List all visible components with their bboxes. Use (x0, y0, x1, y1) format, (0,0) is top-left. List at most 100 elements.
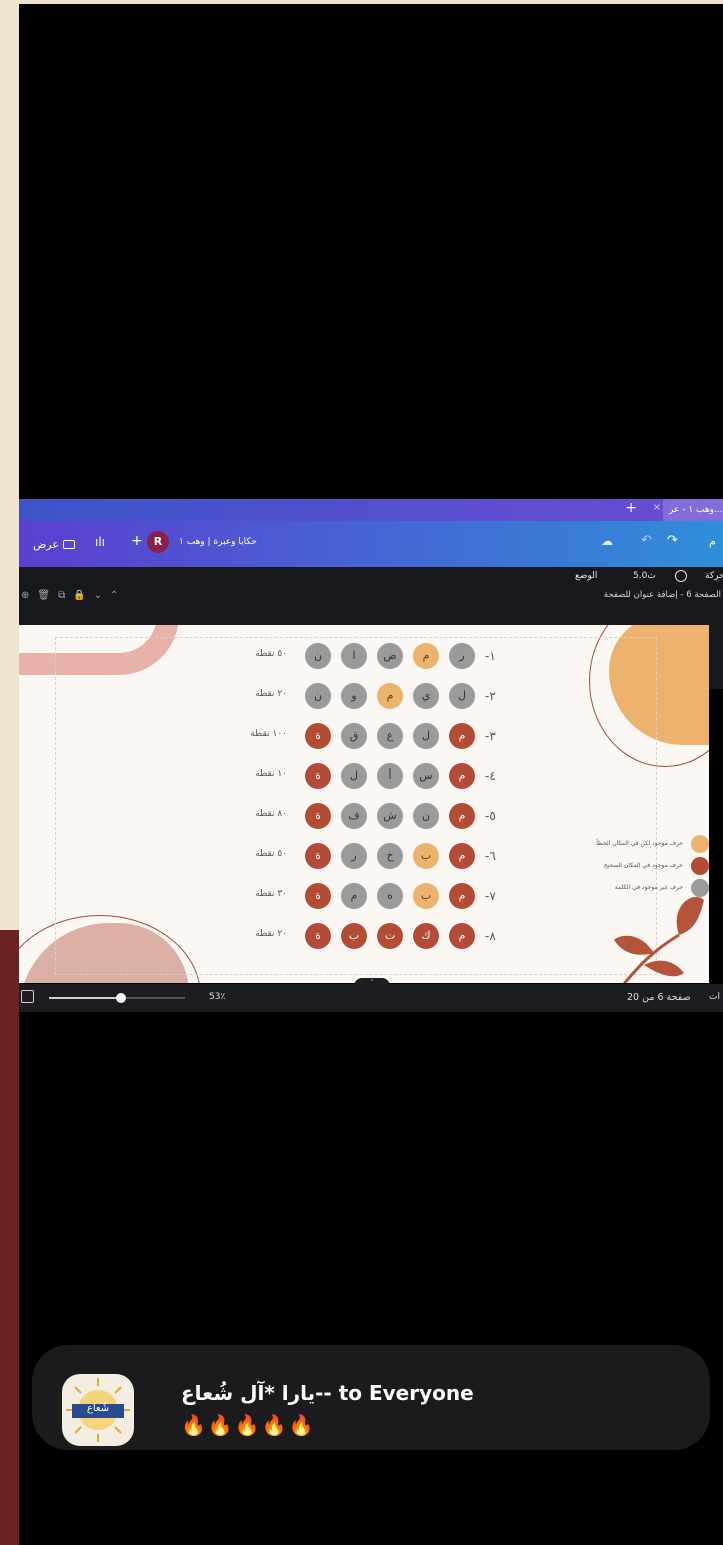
toolbar-menu-item[interactable]: م (709, 535, 716, 548)
duration-value[interactable]: 5.0ث (633, 571, 656, 581)
row-points: ٢٠ نقطة (255, 929, 287, 939)
letter-cell: ن (305, 643, 331, 669)
letter-cell: خ (377, 843, 403, 869)
row-points: ٨٠ نقطة (255, 809, 287, 819)
notification-title: يارا *آل شُعاع-- to Everyone (181, 1381, 474, 1405)
position-button[interactable]: الوضع (575, 571, 597, 581)
letter-cell: م (449, 843, 475, 869)
app-icon-text: شُعاع (86, 1403, 110, 1414)
grid-row: ٥٠ نقطة م ب خ ر ة -٦ (229, 843, 519, 869)
letter-cell: ا (341, 643, 367, 669)
row-number: -٤ (485, 769, 496, 783)
present-button[interactable]: عرض (33, 535, 75, 553)
cloud-saved-icon: ☁ (601, 534, 613, 548)
letter-cell: ة (305, 803, 331, 829)
element-subbar: الوضع 5.0ث حركة (19, 567, 723, 588)
row-number: -٨ (485, 929, 496, 943)
row-number: -٥ (485, 809, 496, 823)
clock-icon[interactable] (675, 570, 687, 582)
leaf-decoration (614, 896, 704, 983)
zoom-level[interactable]: 53٪ (209, 992, 225, 1002)
letter-cell: ل (449, 683, 475, 709)
zoom-slider[interactable] (49, 993, 185, 1003)
letter-cell: م (449, 723, 475, 749)
page-indicator[interactable]: صفحة 6 من 20 (627, 992, 691, 1003)
row-number: -١ (485, 649, 496, 663)
row-points: ١٠٠ نقطة (250, 729, 287, 739)
letter-cell: ب (413, 883, 439, 909)
letter-cell: ش (377, 803, 403, 829)
left-edge-strip (0, 0, 19, 1545)
letter-cell: ة (305, 723, 331, 749)
page-title[interactable]: الصفحة 6 - إضافة عنوان للصفحة (604, 590, 721, 600)
letter-cell: ف (341, 803, 367, 829)
row-points: ٥٠ نقطة (255, 849, 287, 859)
browser-tab[interactable]: وهب ١ - عر... (663, 499, 723, 521)
page-tools-icons[interactable]: ⊕🗑⧉🔒⌄⌃ (21, 590, 126, 601)
legend-item: حرف موجود لكن في المكان الخطأ (549, 835, 709, 857)
zoom-slider-fill (49, 997, 122, 999)
letter-cell: م (341, 883, 367, 909)
insights-chart-icon[interactable]: ılı (95, 535, 105, 549)
document-title[interactable]: حكايا وعبرة | وهب ١ (179, 537, 257, 547)
row-points: ٣٠ نقطة (255, 889, 287, 899)
legend-dot (691, 857, 709, 875)
add-collaborator-button[interactable]: + (131, 533, 143, 549)
letter-cell: ة (305, 763, 331, 789)
notification-body: 🔥🔥🔥🔥🔥 (181, 1413, 316, 1437)
slide-canvas[interactable]: ٥٠ نقطة ر م ض ا ن -١ ٢٠ نقطة ل ي م و ن -٢ ١٠٠ نقطة م ل ع ق… (19, 625, 709, 983)
letter-cell: م (413, 643, 439, 669)
letter-cell: ة (305, 883, 331, 909)
row-points: ١٠ نقطة (255, 769, 287, 779)
redo-icon[interactable]: ↷ (667, 533, 678, 548)
undo-icon[interactable]: ↶ (641, 533, 652, 548)
letter-cell: ض (377, 643, 403, 669)
present-icon (62, 539, 75, 549)
letter-cell: ع (377, 723, 403, 749)
row-number: -٣ (485, 729, 496, 743)
letter-cell: ل (341, 763, 367, 789)
letter-cell: ت (377, 923, 403, 949)
legend-dot (691, 835, 709, 853)
legend-text: حرف موجود لكن في المكان الخطأ (596, 840, 683, 847)
letter-cell: ن (305, 683, 331, 709)
letter-cell: ك (413, 923, 439, 949)
grid-row: ١٠٠ نقطة م ل ع ق ة -٣ (229, 723, 519, 749)
row-number: -٦ (485, 849, 496, 863)
letter-cell: أ (377, 763, 403, 789)
letter-cell: م (449, 923, 475, 949)
letter-cell: ة (305, 843, 331, 869)
grid-row: ٣٠ نقطة م ب ه م ة -٧ (229, 883, 519, 909)
letter-cell: ن (413, 803, 439, 829)
letter-cell: ب (413, 843, 439, 869)
letter-cell: ب (341, 923, 367, 949)
letter-cell: ه (377, 883, 403, 909)
letter-cell: م (377, 683, 403, 709)
present-label: عرض (33, 537, 59, 551)
animate-button[interactable]: حركة (705, 571, 723, 581)
legend-text: حرف غير موجود في الكلمة (614, 884, 683, 891)
user-avatar[interactable]: R (147, 531, 169, 553)
row-points: ٥٠ نقطة (255, 649, 287, 659)
notes-button[interactable]: ات (709, 992, 720, 1002)
zoom-slider-knob[interactable] (116, 993, 127, 1003)
legend-text: حرف موجود في المكان الصحيح (603, 862, 683, 869)
grid-row: ٢٠ نقطة ل ي م و ن -٢ (229, 683, 519, 709)
notification-banner[interactable]: شُعاع يارا *آل شُعاع-- to Everyone 🔥🔥🔥🔥🔥 (32, 1345, 710, 1450)
legend: حرف موجود لكن في المكان الخطأ حرف موجود … (549, 835, 709, 901)
letter-cell: م (449, 763, 475, 789)
browser-tab-bar: + × وهب ١ - عر... (19, 499, 723, 521)
new-tab-button[interactable]: + (625, 500, 637, 516)
grid-view-icon[interactable] (21, 990, 34, 1003)
editor-statusbar: ⌃ 53٪ صفحة 6 من 20 ات (19, 978, 723, 1012)
letter-cell: ر (449, 643, 475, 669)
editor-toolbar: عرض ılı + R حكايا وعبرة | وهب ١ ☁ ↶ ↷ م (19, 521, 723, 567)
letter-cell: ي (413, 683, 439, 709)
tab-close-icon[interactable]: × (653, 502, 661, 513)
row-number: -٢ (485, 689, 496, 703)
page-panel-handle[interactable]: ⌃ (354, 978, 390, 986)
grid-row: ١٠ نقطة م س أ ل ة -٤ (229, 763, 519, 789)
grid-row: ٨٠ نقطة م ن ش ف ة -٥ (229, 803, 519, 829)
legend-item: حرف موجود في المكان الصحيح (549, 857, 709, 879)
letter-cell: ق (341, 723, 367, 749)
